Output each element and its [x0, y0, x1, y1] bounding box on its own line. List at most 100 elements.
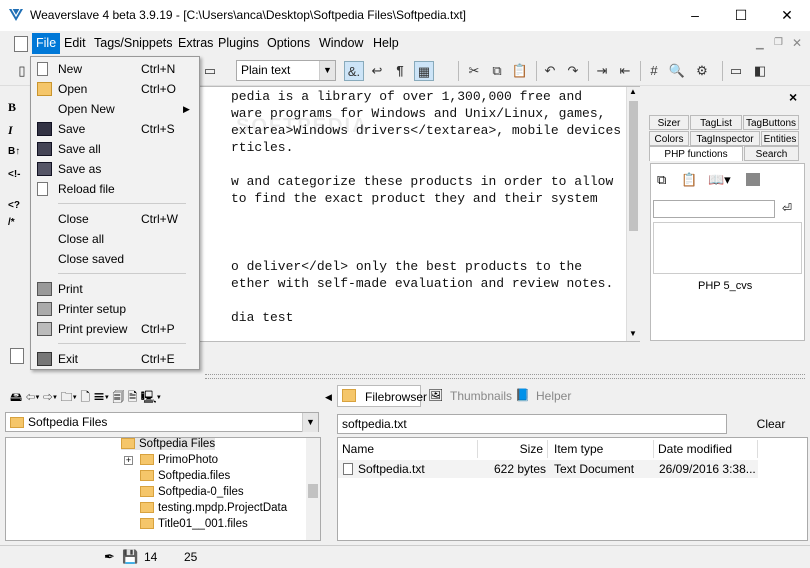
tree-node[interactable]: testing.mpdp.ProjectData [140, 502, 287, 514]
scroll-thumb[interactable] [629, 101, 638, 231]
bold-icon[interactable]: B [8, 100, 24, 115]
tools-icon[interactable]: ⚙ [692, 61, 712, 81]
scroll-up-icon[interactable]: ▲ [629, 87, 637, 96]
menu-plugins[interactable]: Plugins [215, 36, 262, 50]
scroll-thumb[interactable] [308, 484, 318, 498]
redo-icon[interactable]: ↷ [563, 61, 583, 81]
tab-thumbnails[interactable]: 🖼 Thumbnails [426, 385, 512, 407]
paste-icon[interactable]: 📋 [681, 172, 697, 188]
book-icon[interactable]: 📖▾ [708, 172, 731, 188]
php-tag-icon[interactable]: <? [8, 200, 24, 211]
function-search-input[interactable] [653, 200, 775, 218]
menu-item-close-saved[interactable]: Close saved [31, 249, 199, 269]
tree-scrollbar[interactable] [306, 438, 320, 540]
menu-item-exit[interactable]: Exit Ctrl+E [31, 349, 199, 369]
column-header-size[interactable]: Size [478, 440, 548, 458]
panel-icon[interactable]: ◧ [750, 61, 770, 81]
block-comment-icon[interactable]: /* [8, 217, 24, 228]
column-header-type[interactable]: Item type [550, 440, 654, 458]
cut-icon[interactable]: ✂ [464, 61, 484, 81]
outdent-icon[interactable]: ⇤ [615, 61, 635, 81]
wrap-icon[interactable]: ↩ [367, 61, 387, 81]
editor-scrollbar[interactable]: ▲ ▼ [626, 87, 640, 341]
pane-collapse-icon[interactable]: ◀ [325, 392, 332, 403]
table-icon[interactable]: ▦ [414, 61, 434, 81]
entities-icon[interactable]: &. [344, 61, 364, 81]
tree-node[interactable]: PrimoPhoto [140, 454, 218, 466]
panel-close-button[interactable]: × [789, 89, 797, 105]
menu-item-open-new[interactable]: Open New ▶ [31, 99, 199, 119]
tree-node[interactable]: Title01__001.files [140, 518, 248, 530]
menu-extras[interactable]: Extras [175, 36, 216, 50]
mdi-minimize-icon[interactable]: ▁ [756, 39, 764, 50]
tab-sizer[interactable]: Sizer [649, 115, 689, 130]
new-doc-icon[interactable]: ▯ [12, 61, 32, 81]
tab-php-functions[interactable]: PHP functions [649, 146, 743, 161]
menu-item-close-all[interactable]: Close all [31, 229, 199, 249]
tab-filebrowser[interactable]: Filebrowser [337, 385, 427, 407]
tab-taglist[interactable]: TagList [690, 115, 742, 130]
copy-icon[interactable]: ⧉ [487, 61, 507, 81]
menu-item-print-preview[interactable]: Print preview Ctrl+P [31, 319, 199, 339]
menu-item-print[interactable]: Print [31, 279, 199, 299]
clear-button[interactable]: Clear [736, 414, 806, 434]
menu-file[interactable]: File [32, 33, 61, 54]
scroll-down-icon[interactable]: ▼ [629, 329, 637, 338]
document-icon[interactable] [14, 36, 28, 52]
paste-icon[interactable]: 📋 [510, 61, 530, 81]
tree-node-selected[interactable]: Softpedia Files [121, 438, 216, 450]
tab-helper[interactable]: 📘 Helper [513, 385, 573, 407]
mdi-close-icon[interactable]: ✕ [792, 36, 802, 50]
functions-icon[interactable] [746, 173, 760, 186]
filter-input[interactable]: softpedia.txt [337, 414, 727, 434]
menu-item-save[interactable]: Save Ctrl+S [31, 119, 199, 139]
menu-item-reload[interactable]: Reload file [31, 179, 199, 199]
tree-node[interactable]: Softpedia.files [140, 470, 230, 482]
browser-toolbar-icons[interactable]: 🖴 ⇦▾ ⇨▾ 🗀▾ 🗋 ☰▾ 🗐 🗎 🖳▾ [10, 388, 161, 409]
preview-icon[interactable]: ▭ [726, 61, 746, 81]
folder-tree[interactable]: Softpedia Files + PrimoPhoto Softpedia.f… [5, 437, 321, 541]
undo-icon[interactable]: ↶ [540, 61, 560, 81]
path-combo[interactable]: Softpedia Files ▼ [5, 412, 319, 432]
menu-options[interactable]: Options [264, 36, 313, 50]
document-icon[interactable] [10, 348, 24, 364]
copy-icon[interactable]: ⧉ [657, 172, 666, 188]
tab-tagbuttons[interactable]: TagButtons [743, 115, 799, 130]
menu-tags-snippets[interactable]: Tags/Snippets [91, 36, 176, 50]
menu-item-save-all[interactable]: Save all [31, 139, 199, 159]
expand-icon[interactable]: + [124, 456, 133, 465]
column-header-date[interactable]: Date modified [654, 440, 758, 458]
tree-node[interactable]: Softpedia-0_files [140, 486, 244, 498]
menu-item-close[interactable]: Close Ctrl+W [31, 209, 199, 229]
tab-colors[interactable]: Colors [649, 131, 689, 146]
menu-edit[interactable]: Edit [61, 36, 89, 50]
menu-help[interactable]: Help [370, 36, 402, 50]
column-header-name[interactable]: Name [338, 440, 478, 458]
menu-item-printer-setup[interactable]: Printer setup [31, 299, 199, 319]
syntax-select[interactable]: Plain text ▼ [236, 60, 336, 81]
maximize-button[interactable]: ☐ [718, 0, 764, 31]
tab-entities[interactable]: Entities [761, 131, 799, 146]
tab-taginspector[interactable]: TagInspector [690, 131, 760, 146]
hash-icon[interactable]: # [644, 61, 664, 81]
close-button[interactable]: ✕ [764, 0, 810, 31]
comment-icon[interactable]: <!- [8, 169, 24, 180]
pane-splitter[interactable] [205, 374, 805, 379]
table-row[interactable]: Softpedia.txt 622 bytes Text Document 26… [338, 460, 758, 478]
menu-item-save-as[interactable]: Save as [31, 159, 199, 179]
find-icon[interactable]: 🔍 [667, 61, 687, 81]
menu-window[interactable]: Window [316, 36, 366, 50]
menu-item-open[interactable]: Open Ctrl+O [31, 79, 199, 99]
pilcrow-icon[interactable]: ¶ [390, 61, 410, 81]
italic-icon[interactable]: I [8, 123, 24, 138]
format-icon[interactable]: ▭ [200, 61, 220, 81]
minimize-button[interactable]: – [672, 0, 718, 31]
tab-search[interactable]: Search [744, 146, 799, 161]
file-list[interactable]: Name Size Item type Date modified Softpe… [337, 437, 808, 541]
go-icon[interactable]: ⏎ [782, 201, 792, 215]
indent-icon[interactable]: ⇥ [592, 61, 612, 81]
break-icon[interactable]: B↑ [8, 146, 24, 157]
mdi-restore-icon[interactable]: ❐ [774, 37, 783, 48]
function-list[interactable] [653, 222, 802, 274]
menu-item-new[interactable]: New Ctrl+N [31, 59, 199, 79]
